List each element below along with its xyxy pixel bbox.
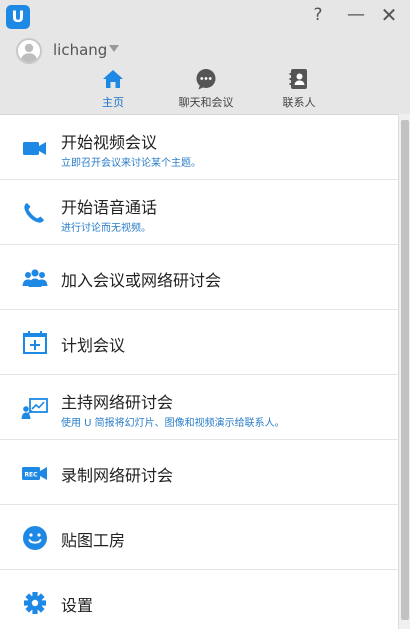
calendar-add-icon [23,331,47,354]
record-camera-icon: REC [22,467,47,480]
smiley-icon [23,526,47,550]
group-icon [22,269,48,287]
user-bar: lichang [0,30,410,68]
menu-item-start-video-meeting[interactable]: 开始视频会议 立即召开会议来讨论某个主题。 [0,115,398,180]
tab-chat-and-meetings[interactable]: 聊天和会议 [166,68,246,112]
video-camera-icon [23,142,46,155]
gear-icon [24,592,46,614]
phone-icon [24,203,44,223]
menu-item-subtitle: 立即召开会议来讨论某个主题。 [61,158,201,169]
minimize-button[interactable]: — [344,4,368,26]
menu-item-title: 设置 [61,596,94,615]
menu-item-host-webinar[interactable]: 主持网络研讨会 使用 U 简报将幻灯片、图像和视频演示给联系人。 [0,375,398,440]
menu-item-record-webinar[interactable]: REC 录制网络研讨会 [0,440,398,505]
scrollbar[interactable] [398,114,410,629]
presentation-icon [21,398,48,419]
close-button[interactable]: ✕ [377,4,401,26]
scrollbar-thumb[interactable] [401,120,409,620]
home-menu-list: 开始视频会议 立即召开会议来讨论某个主题。 开始语音通话 进行讨论而无视频。 加… [0,114,398,629]
menu-item-join-meeting-or-webinar[interactable]: 加入会议或网络研讨会 [0,245,398,310]
avatar[interactable] [16,38,42,64]
menu-item-title: 主持网络研讨会 [61,393,174,412]
tab-label: 主页 [102,96,124,109]
menu-item-title: 计划会议 [61,336,126,355]
chat-icon [196,69,216,90]
menu-item-title: 开始视频会议 [61,133,158,152]
menu-item-schedule-meeting[interactable]: 计划会议 [0,310,398,375]
chevron-down-icon[interactable] [109,45,119,52]
menu-item-title: 加入会议或网络研讨会 [61,271,222,290]
tab-label: 联系人 [282,96,316,109]
menu-item-title: 开始语音通话 [61,198,158,217]
menu-item-sticker-studio[interactable]: 贴图工房 [0,505,398,570]
avatar-person-icon [20,43,38,62]
help-button[interactable]: ? [306,4,330,26]
menu-item-start-voice-call[interactable]: 开始语音通话 进行讨论而无视频。 [0,180,398,245]
menu-item-settings[interactable]: 设置 [0,570,398,629]
nav-tabs: 主页 聊天和会议 联系人 [0,68,410,112]
menu-item-title: 录制网络研讨会 [61,466,174,485]
title-bar: U ? — ✕ [0,0,410,30]
contacts-icon [289,69,307,89]
menu-item-title: 贴图工房 [61,531,126,550]
username[interactable]: lichang [53,41,107,59]
tab-contacts[interactable]: 联系人 [259,68,339,112]
tab-label: 聊天和会议 [178,96,234,109]
menu-item-subtitle: 进行讨论而无视频。 [61,223,151,234]
home-icon [103,70,123,88]
tab-home[interactable]: 主页 [73,68,153,112]
svg-text:REC: REC [24,472,38,479]
app-logo: U [6,5,30,29]
menu-item-subtitle: 使用 U 简报将幻灯片、图像和视频演示给联系人。 [61,418,285,429]
